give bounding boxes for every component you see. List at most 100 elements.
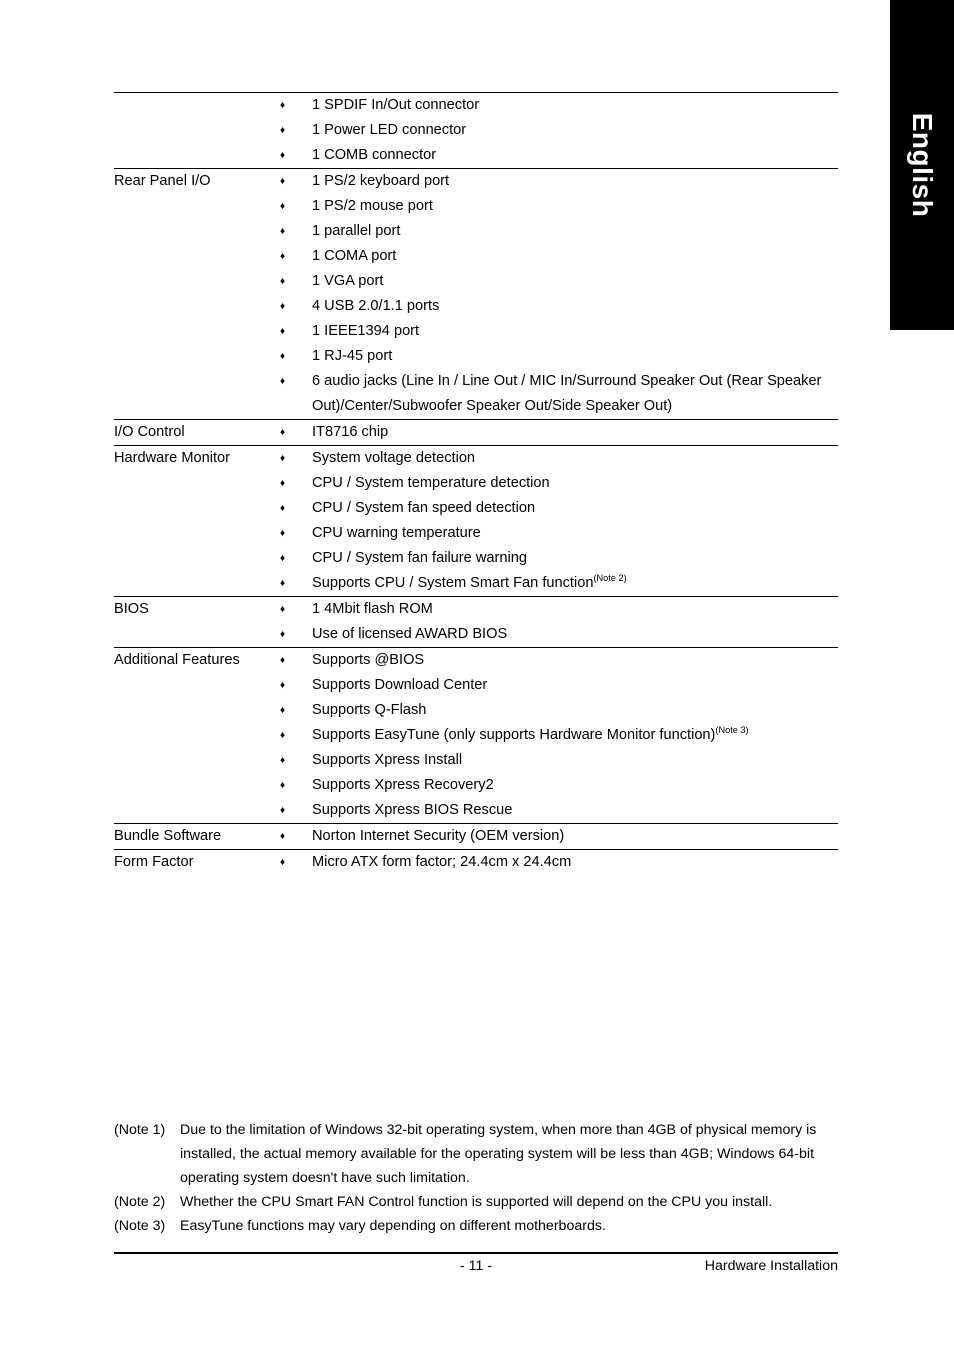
spec-item-main-text: 1 PS/2 mouse port — [312, 198, 433, 214]
diamond-bullet-icon: ♦ — [280, 553, 286, 564]
spec-item: ♦ 6 audio jacks (Line In / Line Out / MIC… — [278, 369, 838, 419]
spec-row-items: ♦ Norton Internet Security (OEM version) — [278, 824, 838, 850]
diamond-bullet-icon: ♦ — [280, 629, 286, 640]
spec-item-main-text: CPU / System fan failure warning — [312, 550, 527, 566]
spec-item: ♦ Supports CPU / System Smart Fan functio… — [278, 571, 838, 596]
spec-item-main-text: 1 parallel port — [312, 223, 401, 239]
spec-row: I/O Control ♦ IT8716 chip — [114, 419, 838, 446]
spec-item-text: Use of licensed AWARD BIOS — [312, 622, 838, 647]
footer-section-title: Hardware Installation — [704, 1258, 838, 1274]
spec-item: ♦ 1 parallel port — [278, 219, 838, 244]
diamond-bullet-icon: ♦ — [280, 201, 286, 212]
spec-item-text: 6 audio jacks (Line In / Line Out / MIC … — [312, 369, 838, 419]
spec-item-main-text: 4 USB 2.0/1.1 ports — [312, 298, 440, 314]
spec-item-main-text: 1 COMA port — [312, 248, 397, 264]
spec-item-text: 1 IEEE1394 port — [312, 319, 838, 344]
spec-item-main-text: 6 audio jacks (Line In / Line Out / MIC … — [312, 373, 822, 414]
diamond-bullet-icon: ♦ — [280, 604, 286, 615]
spec-item-text: CPU / System fan failure warning — [312, 546, 838, 571]
spec-item-text: Supports Xpress Recovery2 — [312, 773, 838, 798]
diamond-bullet-icon: ♦ — [280, 100, 286, 111]
spec-row-label: Hardware Monitor — [114, 450, 230, 466]
specifications-table: ♦ 1 SPDIF In/Out connector ♦ 1 Power LED co… — [114, 92, 838, 875]
footnote: (Note 2) Whether the CPU Smart FAN Contro… — [114, 1190, 840, 1214]
diamond-bullet-icon: ♦ — [280, 427, 286, 438]
spec-item: ♦ Supports EasyTune (only supports Hardwa… — [278, 723, 838, 748]
spec-item-text: 1 Power LED connector — [312, 118, 838, 143]
spec-item-main-text: 1 4Mbit flash ROM — [312, 601, 433, 617]
spec-item: ♦ Use of licensed AWARD BIOS — [278, 622, 838, 647]
spec-item-main-text: System voltage detection — [312, 450, 476, 466]
spec-item: ♦ Norton Internet Security (OEM version) — [278, 824, 838, 849]
diamond-bullet-icon: ♦ — [280, 857, 286, 868]
spec-item-main-text: 1 RJ-45 port — [312, 348, 393, 364]
spec-row-items: ♦ 1 PS/2 keyboard port ♦ 1 PS/2 mouse port ♦… — [278, 169, 838, 420]
diamond-bullet-icon: ♦ — [280, 276, 286, 287]
spec-item-text: 1 PS/2 keyboard port — [312, 169, 838, 194]
diamond-bullet-icon: ♦ — [280, 805, 286, 816]
diamond-bullet-icon: ♦ — [280, 578, 286, 589]
spec-item: ♦ CPU warning temperature — [278, 521, 838, 546]
spec-item-main-text: Supports Xpress Recovery2 — [312, 777, 494, 793]
spec-item-note-marker: (Note 3) — [715, 725, 749, 736]
spec-item-main-text: 1 COMB connector — [312, 147, 437, 163]
spec-item-text: Supports @BIOS — [312, 648, 838, 673]
spec-row: BIOS ♦ 1 4Mbit flash ROM ♦ Use of licensed A… — [114, 596, 838, 648]
spec-item-main-text: 1 VGA port — [312, 273, 384, 289]
spec-item-main-text: Norton Internet Security (OEM version) — [312, 828, 565, 844]
diamond-bullet-icon: ♦ — [280, 226, 286, 237]
diamond-bullet-icon: ♦ — [280, 655, 286, 666]
spec-item-text: Norton Internet Security (OEM version) — [312, 824, 838, 849]
spec-item: ♦ CPU / System fan failure warning — [278, 546, 838, 571]
spec-item-text: 1 4Mbit flash ROM — [312, 597, 838, 622]
page-footer: - 11 - Hardware Installation — [114, 1252, 838, 1288]
spec-row-label: Bundle Software — [114, 828, 222, 844]
spec-row-items: ♦ Supports @BIOS ♦ Supports Download Center… — [278, 648, 838, 824]
spec-item: ♦ 4 USB 2.0/1.1 ports — [278, 294, 838, 319]
spec-item-main-text: Supports Xpress BIOS Rescue — [312, 802, 513, 818]
spec-row: Hardware Monitor ♦ System voltage detectio… — [114, 445, 838, 597]
diamond-bullet-icon: ♦ — [280, 705, 286, 716]
spec-row-label: BIOS — [114, 601, 149, 617]
footnote-body: Due to the limitation of Windows 32-bit … — [180, 1122, 817, 1186]
diamond-bullet-icon: ♦ — [280, 680, 286, 691]
diamond-bullet-icon: ♦ — [280, 755, 286, 766]
spec-item: ♦ 1 VGA port — [278, 269, 838, 294]
spec-item-text: 1 parallel port — [312, 219, 838, 244]
spec-item: ♦ 1 COMA port — [278, 244, 838, 269]
spec-item-main-text: Micro ATX form factor; 24.4cm x 24.4cm — [312, 854, 572, 870]
diamond-bullet-icon: ♦ — [280, 125, 286, 136]
spec-item-text: Supports CPU / System Smart Fan function… — [312, 571, 838, 596]
footnote-tag: (Note 2) — [114, 1194, 166, 1210]
spec-row-items: ♦ 1 SPDIF In/Out connector ♦ 1 Power LED co… — [278, 93, 838, 169]
language-tab-label: English — [907, 112, 938, 218]
diamond-bullet-icon: ♦ — [280, 453, 286, 464]
spec-item: ♦ 1 PS/2 keyboard port — [278, 169, 838, 194]
spec-row: Rear Panel I/O ♦ 1 PS/2 keyboard port ♦ 1 PS… — [114, 168, 838, 420]
spec-item-text: 1 SPDIF In/Out connector — [312, 93, 838, 118]
spec-item-main-text: Supports Download Center — [312, 677, 488, 693]
footnote-body: EasyTune functions may vary depending on… — [180, 1218, 606, 1234]
spec-item-main-text: CPU / System temperature detection — [312, 475, 550, 491]
diamond-bullet-icon: ♦ — [280, 351, 286, 362]
spec-item-text: Supports EasyTune (only supports Hardwar… — [312, 723, 838, 748]
spec-item-main-text: Supports EasyTune (only supports Hardwar… — [312, 727, 716, 743]
spec-row-items: ♦ System voltage detection ♦ CPU / System t… — [278, 446, 838, 597]
footnote-tag: (Note 3) — [114, 1218, 166, 1234]
spec-item: ♦ Supports Xpress Recovery2 — [278, 773, 838, 798]
footnote: (Note 3) EasyTune functions may vary depe… — [114, 1214, 840, 1238]
spec-item: ♦ Micro ATX form factor; 24.4cm x 24.4cm — [278, 850, 838, 875]
spec-item-main-text: 1 PS/2 keyboard port — [312, 173, 450, 189]
diamond-bullet-icon: ♦ — [280, 730, 286, 741]
spec-row-label: I/O Control — [114, 424, 185, 440]
spec-item-text: Supports Xpress BIOS Rescue — [312, 798, 838, 823]
diamond-bullet-icon: ♦ — [280, 831, 286, 842]
spec-item-text: Micro ATX form factor; 24.4cm x 24.4cm — [312, 850, 838, 875]
footnotes: (Note 1) Due to the limitation of Windows… — [114, 1118, 840, 1238]
spec-item: ♦ CPU / System fan speed detection — [278, 496, 838, 521]
spec-item: ♦ 1 PS/2 mouse port — [278, 194, 838, 219]
spec-item-main-text: Supports @BIOS — [312, 652, 425, 668]
spec-item: ♦ Supports Download Center — [278, 673, 838, 698]
spec-row-items: ♦ IT8716 chip — [278, 420, 838, 446]
spec-item: ♦ 1 SPDIF In/Out connector — [278, 93, 838, 118]
